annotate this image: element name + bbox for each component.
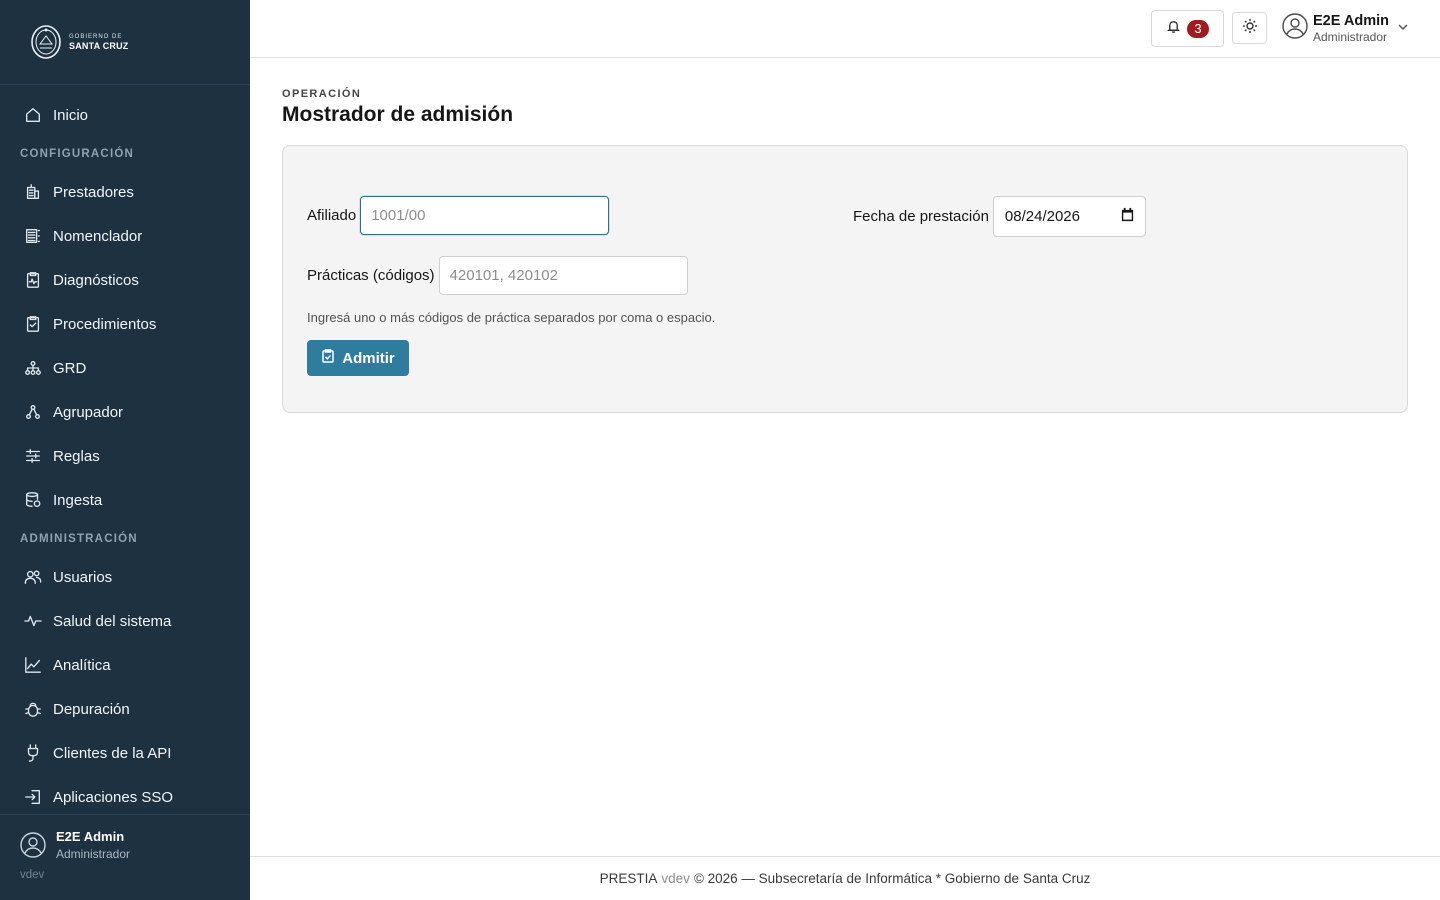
practicas-input[interactable]: [438, 256, 688, 295]
user-avatar-icon: [1282, 13, 1308, 44]
main-content: OPERACIÓN Mostrador de admisión Afiliado…: [282, 58, 1408, 413]
sidebar-item-agrupador[interactable]: Agrupador: [0, 390, 250, 434]
user-menu[interactable]: E2E Admin Administrador: [1282, 13, 1409, 44]
section-configuracion: CONFIGURACIÓN: [20, 147, 134, 160]
chevron-down-icon: [1397, 20, 1409, 38]
fecha-field: Fecha de prestación 08/24/2026: [853, 196, 1146, 237]
sidebar-item-usuarios[interactable]: Usuarios: [0, 555, 250, 599]
sidebar-item-prestadores[interactable]: Prestadores: [0, 170, 250, 214]
clipboard-check-icon: [321, 349, 335, 367]
topbar: 3 E2E Admin Administrador: [250, 0, 1440, 58]
brand-line2: SANTA CRUZ: [69, 40, 129, 51]
brand-line1: GOBIERNO DE: [69, 33, 123, 40]
sidebar: GOBIERNO DE SANTA CRUZ Inicio CONFIGURAC…: [0, 0, 250, 900]
hierarchy-icon: [24, 359, 42, 377]
section-administracion: ADMINISTRACIÓN: [20, 532, 138, 545]
brand: GOBIERNO DE SANTA CRUZ: [0, 0, 250, 85]
sidebar-item-label: Ingesta: [53, 491, 103, 509]
theme-toggle-button[interactable]: [1232, 12, 1267, 44]
bug-icon: [24, 700, 42, 718]
avatar-icon: [20, 832, 46, 858]
sidebar-item-label: Salud del sistema: [53, 612, 172, 630]
sun-icon: [1242, 18, 1258, 39]
building-icon: [24, 183, 42, 201]
sidebar-item-salud-del-sistema[interactable]: Salud del sistema: [0, 599, 250, 643]
province-seal-icon: [31, 25, 61, 59]
sidebar-item-aplicaciones-sso[interactable]: Aplicaciones SSO: [0, 775, 250, 819]
chart-line-icon: [24, 656, 42, 674]
list-icon: [24, 227, 42, 245]
sidebar-item-depuracion[interactable]: Depuración: [0, 687, 250, 731]
fecha-label: Fecha de prestación: [853, 208, 989, 225]
page-eyebrow: OPERACIÓN: [282, 88, 362, 100]
sidebar-item-diagnosticos[interactable]: Diagnósticos: [0, 258, 250, 302]
sidebar-item-label: Depuración: [53, 700, 130, 718]
sidebar-item-label: Usuarios: [53, 568, 113, 586]
sidebar-item-label: GRD: [53, 359, 87, 377]
user-name: E2E Admin: [1313, 13, 1390, 30]
sidebar-item-label: Prestadores: [53, 183, 134, 201]
sidebar-item-ingesta[interactable]: Ingesta: [0, 478, 250, 522]
tree-icon: [24, 403, 42, 421]
fecha-input[interactable]: 08/24/2026: [992, 196, 1146, 237]
sidebar-item-clientes-api[interactable]: Clientes de la API: [0, 731, 250, 775]
sidebar-item-analitica[interactable]: Analítica: [0, 643, 250, 687]
afiliado-label: Afiliado: [307, 207, 357, 224]
sidebar-item-label: Clientes de la API: [53, 744, 172, 762]
user-role: Administrador: [1313, 29, 1388, 44]
sidebar-item-reglas[interactable]: Reglas: [0, 434, 250, 478]
sidebar-item-label: Analítica: [53, 656, 111, 674]
practicas-label: Prácticas (códigos): [307, 267, 435, 284]
sidebar-item-label: Reglas: [53, 447, 100, 465]
plug-icon: [24, 744, 42, 762]
sidebar-user: E2E Admin Administrador vdev: [0, 814, 250, 900]
database-icon: [24, 491, 42, 509]
calendar-icon[interactable]: [1120, 207, 1135, 226]
home-icon: [24, 106, 42, 124]
sidebar-item-label: Agrupador: [53, 403, 124, 421]
logo[interactable]: GOBIERNO DE SANTA CRUZ: [30, 24, 129, 60]
sliders-icon: [24, 447, 42, 465]
footer-text: © 2026 — Subsecretaría de Informática * …: [693, 871, 1091, 886]
admission-form: Afiliado Fecha de prestación 08/24/2026 …: [282, 145, 1408, 413]
activity-icon: [24, 612, 42, 630]
practicas-helper-text: Ingresá uno o más códigos de práctica se…: [307, 310, 716, 325]
footer-version: vdev: [661, 871, 690, 886]
sidebar-item-label: Diagnósticos: [53, 271, 139, 289]
sidebar-item-label: Procedimientos: [53, 315, 157, 333]
sidebar-item-inicio[interactable]: Inicio: [0, 93, 250, 137]
bell-icon: [1166, 19, 1181, 39]
login-icon: [24, 788, 42, 806]
sidebar-user-name: E2E Admin: [56, 829, 125, 844]
app-version: vdev: [20, 869, 45, 881]
sidebar-item-nomenclador[interactable]: Nomenclador: [0, 214, 250, 258]
page-title: Mostrador de admisión: [282, 103, 514, 126]
admitir-button[interactable]: Admitir: [307, 340, 409, 376]
users-icon: [24, 568, 42, 586]
practicas-field: Prácticas (códigos): [307, 256, 688, 295]
sidebar-item-procedimientos[interactable]: Procedimientos: [0, 302, 250, 346]
sidebar-user-role: Administrador: [56, 847, 131, 861]
footer-app: PRESTIA: [599, 871, 658, 886]
sidebar-item-grd[interactable]: GRD: [0, 346, 250, 390]
afiliado-input[interactable]: [360, 196, 610, 235]
fecha-value: 08/24/2026: [1004, 208, 1080, 225]
sidebar-item-label: Nomenclador: [53, 227, 143, 245]
afiliado-field: Afiliado: [307, 196, 610, 235]
footer: PRESTIA vdev © 2026 — Subsecretaría de I…: [250, 856, 1440, 900]
admitir-label: Admitir: [342, 349, 395, 367]
notifications-badge: 3: [1187, 19, 1209, 38]
diagnostic-icon: [24, 271, 42, 289]
sidebar-item-label: Aplicaciones SSO: [53, 788, 174, 806]
notifications-button[interactable]: 3: [1151, 10, 1224, 47]
clipboard-check-icon: [24, 315, 42, 333]
sidebar-item-label: Inicio: [53, 106, 89, 124]
